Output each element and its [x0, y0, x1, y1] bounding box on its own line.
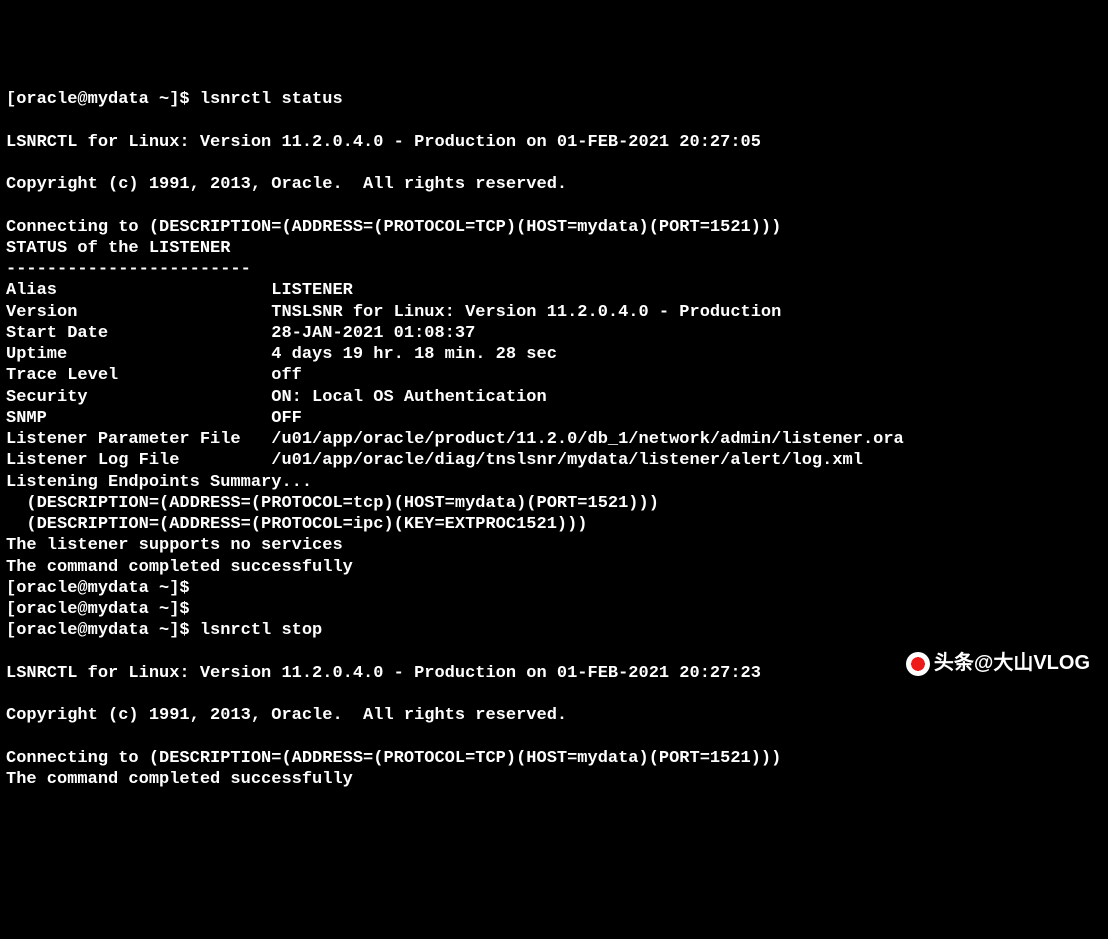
terminal-line: STATUS of the LISTENER [6, 238, 1102, 259]
terminal-line: Listener Parameter File /u01/app/oracle/… [6, 429, 1102, 450]
toutiao-icon [906, 652, 930, 676]
terminal-line: LSNRCTL for Linux: Version 11.2.0.4.0 - … [6, 132, 1102, 153]
terminal-line [6, 110, 1102, 131]
terminal-line: Version TNSLSNR for Linux: Version 11.2.… [6, 302, 1102, 323]
terminal-line [6, 684, 1102, 705]
terminal-line: (DESCRIPTION=(ADDRESS=(PROTOCOL=ipc)(KEY… [6, 514, 1102, 535]
terminal-line: [oracle@mydata ~]$ [6, 599, 1102, 620]
watermark-text: 头条@大山VLOG [934, 651, 1090, 676]
terminal-line: The command completed successfully [6, 769, 1102, 790]
terminal-line: Connecting to (DESCRIPTION=(ADDRESS=(PRO… [6, 748, 1102, 769]
terminal-line: (DESCRIPTION=(ADDRESS=(PROTOCOL=tcp)(HOS… [6, 493, 1102, 514]
terminal-line: [oracle@mydata ~]$ [6, 578, 1102, 599]
terminal-line: Connecting to (DESCRIPTION=(ADDRESS=(PRO… [6, 217, 1102, 238]
terminal-line: Alias LISTENER [6, 280, 1102, 301]
terminal-line: Start Date 28-JAN-2021 01:08:37 [6, 323, 1102, 344]
terminal-line: Copyright (c) 1991, 2013, Oracle. All ri… [6, 174, 1102, 195]
terminal-line [6, 195, 1102, 216]
terminal-line [6, 153, 1102, 174]
terminal-line: ------------------------ [6, 259, 1102, 280]
terminal-line: [oracle@mydata ~]$ lsnrctl stop [6, 620, 1102, 641]
terminal-line: Copyright (c) 1991, 2013, Oracle. All ri… [6, 705, 1102, 726]
terminal-line: The listener supports no services [6, 535, 1102, 556]
terminal-line: Listener Log File /u01/app/oracle/diag/t… [6, 450, 1102, 471]
terminal-line: Uptime 4 days 19 hr. 18 min. 28 sec [6, 344, 1102, 365]
terminal-line: [oracle@mydata ~]$ lsnrctl status [6, 89, 1102, 110]
terminal-line [6, 727, 1102, 748]
terminal-line: Security ON: Local OS Authentication [6, 387, 1102, 408]
terminal-output[interactable]: [oracle@mydata ~]$ lsnrctl status LSNRCT… [6, 89, 1102, 790]
terminal-line: The command completed successfully [6, 557, 1102, 578]
terminal-line: Listening Endpoints Summary... [6, 472, 1102, 493]
terminal-line: SNMP OFF [6, 408, 1102, 429]
terminal-line: Trace Level off [6, 365, 1102, 386]
watermark: 头条@大山VLOG [906, 651, 1090, 676]
